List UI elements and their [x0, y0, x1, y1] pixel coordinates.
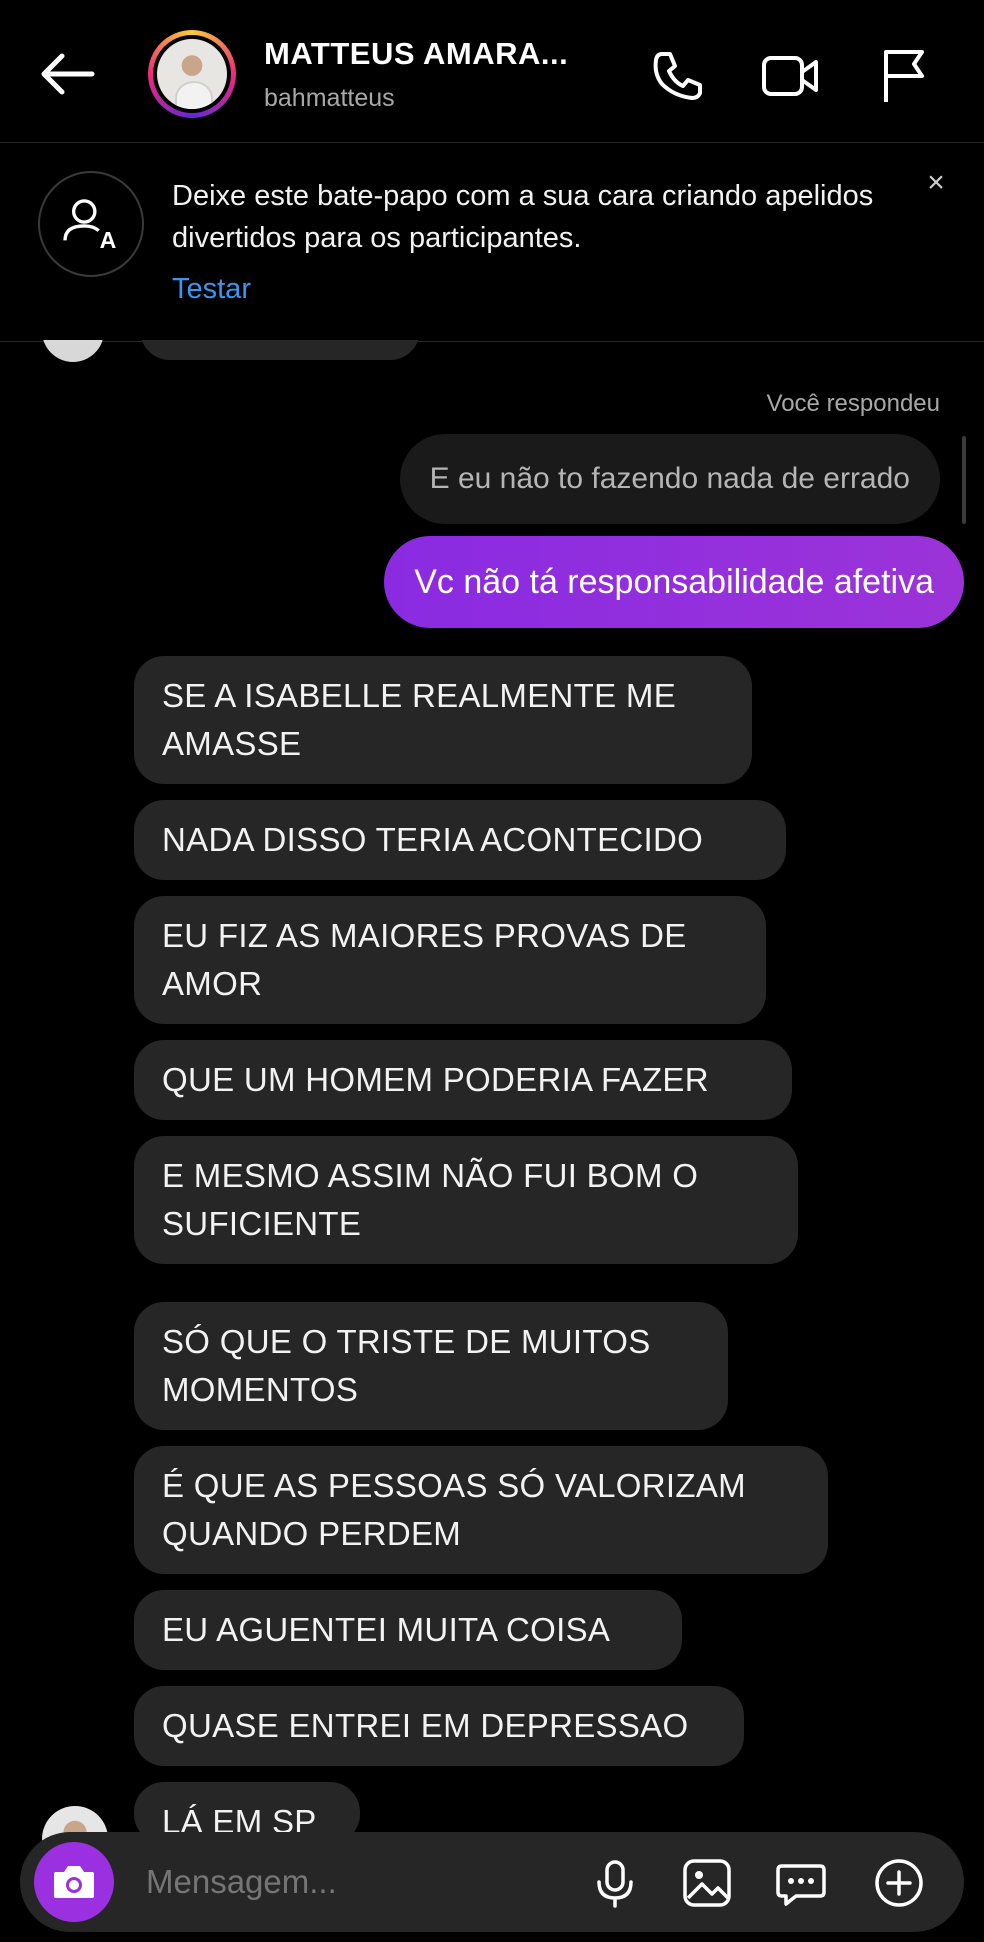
received-message[interactable]: SE A ISABELLE REALMENTE ME AMASSE [134, 656, 752, 784]
plus-icon[interactable] [872, 1856, 926, 1910]
received-message[interactable]: EU AGUENTEI MUITA COISA [134, 1590, 682, 1670]
received-message[interactable]: SÓ QUE O TRISTE DE MUITOS MOMENTOS [134, 1302, 728, 1430]
nickname-icon: A [38, 171, 144, 277]
contact-name[interactable]: MATTEUS AMARA... [264, 36, 568, 72]
received-message[interactable]: EU FIZ AS MAIORES PROVAS DE AMOR [134, 896, 766, 1024]
received-message[interactable]: QUE UM HOMEM PODERIA FAZER [134, 1040, 792, 1120]
video-icon[interactable] [760, 46, 820, 106]
replied-message[interactable]: E eu não to fazendo nada de errado [399, 434, 940, 524]
reply-label: Você respondeu [766, 390, 940, 417]
message-composer [20, 1832, 964, 1932]
reply-indicator-bar [962, 436, 966, 524]
received-message[interactable]: E MESMO ASSIM NÃO FUI BOM O SUFICIENTE [134, 1136, 798, 1264]
phone-icon[interactable] [648, 46, 708, 106]
received-message[interactable]: É QUE AS PESSOAS SÓ VALORIZAM QUANDO PER… [134, 1446, 828, 1574]
flag-icon[interactable] [876, 46, 936, 106]
sticker-icon[interactable] [774, 1856, 828, 1910]
svg-text:A: A [100, 227, 117, 253]
banner-text: Deixe este bate-papo com a sua cara cria… [172, 180, 874, 254]
sent-message[interactable]: Vc não tá responsabilidade afetiva [384, 536, 964, 628]
contact-username[interactable]: bahmatteus [264, 84, 395, 113]
chat-header: MATTEUS AMARA... bahmatteus [0, 0, 984, 142]
banner-try-link[interactable]: Testar [172, 273, 251, 306]
received-message[interactable]: NADA DISSO TERIA ACONTECIDO [134, 800, 786, 880]
nickname-banner: A Deixe este bate-papo com a sua cara cr… [0, 142, 984, 342]
camera-button[interactable] [34, 1842, 114, 1922]
back-arrow-icon[interactable] [36, 48, 96, 100]
close-icon[interactable]: × [922, 168, 950, 198]
microphone-icon[interactable] [588, 1856, 642, 1910]
gallery-icon[interactable] [680, 1856, 734, 1910]
message-input[interactable] [146, 1832, 566, 1932]
avatar[interactable] [148, 30, 236, 118]
received-message[interactable]: QUASE ENTREI EM DEPRESSAO [134, 1686, 744, 1766]
camera-icon [54, 1866, 94, 1898]
